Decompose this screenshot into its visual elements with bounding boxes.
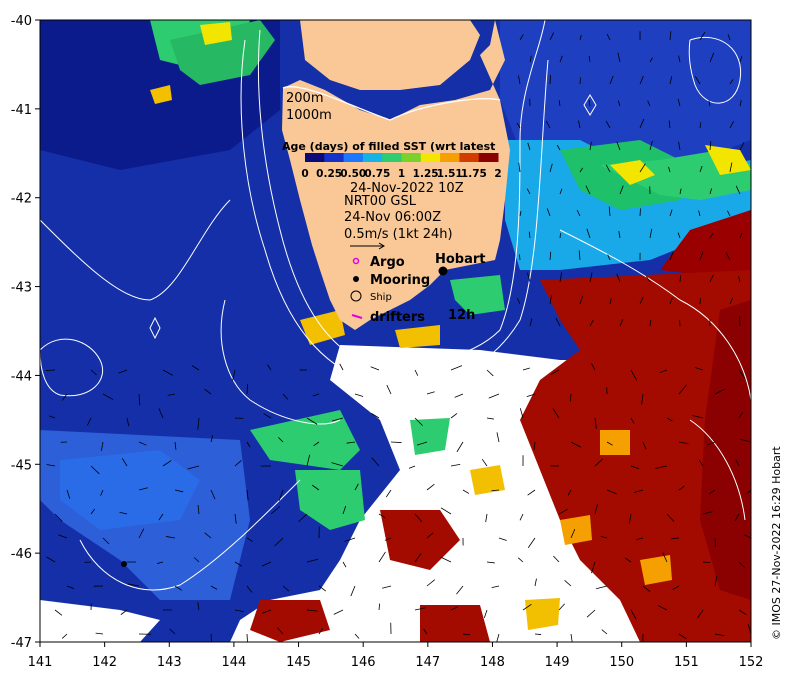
hobart-marker bbox=[438, 266, 448, 276]
current-vector bbox=[246, 384, 248, 395]
depth-1000-label: 1000m bbox=[286, 108, 332, 123]
colorbar-title: Age (days) of filled SST (wrt latest bbox=[282, 140, 495, 153]
colorbar-tick-label: 1.25 bbox=[413, 168, 439, 180]
mooring-icon bbox=[353, 276, 359, 282]
sst-age-map: 141 142 143 144 145 146 147 148 149 150 151 152 -40 -… bbox=[11, 14, 764, 670]
colorbar-tick-label: 0.50 bbox=[340, 168, 366, 180]
argo-label: Argo bbox=[370, 255, 405, 270]
colorbar-swatch bbox=[324, 153, 345, 162]
colorbar-tick-label: 1.51 bbox=[437, 168, 463, 180]
lon-tick-label: 142 bbox=[92, 655, 117, 670]
colorbar-tick-label: 0 bbox=[301, 168, 308, 180]
lon-tick-label: 149 bbox=[545, 655, 570, 670]
current-vector bbox=[559, 232, 561, 239]
lon-tick-label: 143 bbox=[157, 655, 182, 670]
colorbar-swatch bbox=[459, 153, 480, 162]
current-time-label: 24-Nov 06:00Z bbox=[344, 210, 441, 225]
lon-tick-label: 144 bbox=[221, 655, 246, 670]
current-vector bbox=[519, 254, 521, 261]
colorbar-tick-label: 0.75 bbox=[364, 168, 390, 180]
lat-tick-label: -42 bbox=[11, 192, 32, 207]
lat-tick-label: -45 bbox=[11, 458, 32, 473]
mooring-marker bbox=[121, 561, 127, 567]
colorbar-swatch bbox=[420, 153, 441, 162]
lon-tick-label: 146 bbox=[351, 655, 376, 670]
lon-tick-label: 148 bbox=[480, 655, 505, 670]
lon-tick-label: 150 bbox=[609, 655, 634, 670]
colorbar-swatch bbox=[362, 153, 383, 162]
lon-tick-label: 147 bbox=[415, 655, 440, 670]
model-label: NRT00 GSL bbox=[344, 194, 417, 209]
colorbar-ticks: 0 0.250.500.75 1 1.251.511.75 2 bbox=[301, 168, 501, 180]
colorbar-tick-label: 0.25 bbox=[316, 168, 342, 180]
depth-200-label: 200m bbox=[286, 91, 323, 106]
lat-tick-label: -44 bbox=[11, 369, 32, 384]
colorbar-swatch bbox=[343, 153, 364, 162]
drifters-suffix: 12h bbox=[448, 308, 475, 323]
colorbar bbox=[305, 153, 499, 162]
lon-tick-label: 152 bbox=[739, 655, 764, 670]
lon-tick-label: 141 bbox=[28, 655, 53, 670]
lat-tick-label: -41 bbox=[11, 103, 32, 118]
colorbar-swatch bbox=[478, 153, 499, 162]
drifters-label: drifters bbox=[370, 310, 425, 325]
lat-tick-label: -47 bbox=[11, 636, 32, 651]
lat-tick-label: -43 bbox=[11, 281, 32, 296]
lon-tick-label: 145 bbox=[286, 655, 311, 670]
colorbar-tick-label: 1.75 bbox=[461, 168, 487, 180]
hobart-label: Hobart bbox=[435, 252, 486, 267]
mooring-label: Mooring bbox=[370, 273, 430, 288]
copyright-credit: © IMOS 27-Nov-2022 16:29 Hobart bbox=[770, 446, 783, 640]
ship-label: Ship bbox=[370, 292, 392, 303]
current-vector bbox=[45, 369, 56, 371]
colorbar-swatch bbox=[401, 153, 422, 162]
lat-tick-label: -46 bbox=[11, 547, 32, 562]
sst-field bbox=[40, 20, 751, 642]
colorbar-swatch bbox=[440, 153, 460, 162]
colorbar-tick-label: 2 bbox=[494, 168, 501, 180]
lat-tick-label: -40 bbox=[11, 14, 32, 29]
lon-tick-label: 151 bbox=[674, 655, 699, 670]
current-scale-label: 0.5m/s (1kt 24h) bbox=[344, 227, 453, 242]
current-vector bbox=[534, 633, 542, 635]
colorbar-tick-label: 1 bbox=[398, 168, 405, 180]
colorbar-swatch bbox=[382, 153, 402, 162]
colorbar-swatch bbox=[305, 153, 325, 162]
current-vector bbox=[390, 441, 402, 443]
